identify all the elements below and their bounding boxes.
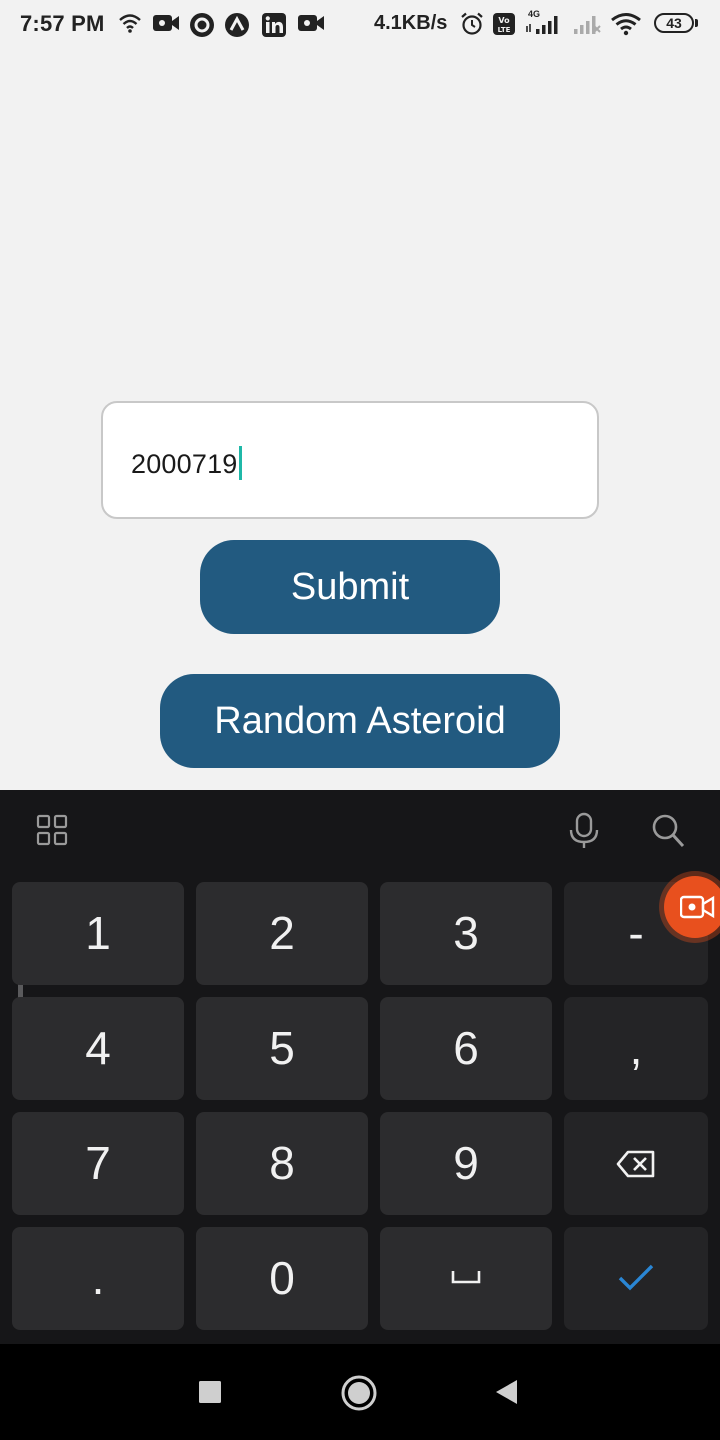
back-triangle-icon[interactable]: [494, 1378, 520, 1406]
key-period[interactable]: .: [12, 1227, 184, 1330]
search-icon[interactable]: [650, 812, 686, 850]
wifi-icon: [119, 14, 141, 33]
key-backspace[interactable]: [564, 1112, 708, 1215]
key-4[interactable]: 4: [12, 997, 184, 1100]
key-8[interactable]: 8: [196, 1112, 368, 1215]
arc-app-icon: [225, 13, 249, 37]
key-1[interactable]: 1: [12, 882, 184, 985]
svg-text:LTE: LTE: [498, 26, 511, 34]
space-icon: [451, 1271, 481, 1284]
battery-level: 43: [666, 15, 682, 31]
checkmark-icon: [618, 1264, 654, 1291]
grid-icon[interactable]: [36, 814, 68, 846]
key-confirm[interactable]: [564, 1227, 708, 1330]
signal-icon: [526, 16, 558, 34]
key-5[interactable]: 5: [196, 997, 368, 1100]
navigation-bar: [0, 1344, 720, 1440]
asteroid-id-input[interactable]: 2000719: [101, 401, 599, 519]
asteroid-id-text: 2000719: [131, 449, 238, 479]
keyboard-toolbar: [0, 790, 720, 870]
key-space[interactable]: [380, 1227, 552, 1330]
recents-square-icon[interactable]: [198, 1380, 222, 1404]
text-caret: [238, 446, 242, 480]
key-2[interactable]: 2: [196, 882, 368, 985]
svg-text:Vo: Vo: [498, 16, 510, 25]
random-asteroid-button[interactable]: Random Asteroid: [160, 674, 560, 768]
key-7[interactable]: 7: [12, 1112, 184, 1215]
microphone-icon[interactable]: [566, 812, 602, 850]
network-speed: 4.1KB/s: [374, 12, 448, 34]
circle-app-icon: [190, 13, 214, 37]
battery-nub: [695, 19, 698, 27]
submit-button[interactable]: Submit: [200, 540, 500, 634]
battery-icon: 43: [654, 13, 694, 33]
video-record-icon: [680, 895, 715, 919]
signal-icon: [574, 16, 601, 34]
volte-icon: Vo LTE: [493, 13, 515, 35]
key-3[interactable]: 3: [380, 882, 552, 985]
backspace-icon: [616, 1150, 655, 1178]
alarm-icon: [461, 12, 483, 35]
home-circle-icon[interactable]: [340, 1374, 378, 1412]
key-0[interactable]: 0: [196, 1227, 368, 1330]
status-bar: 7:57 PM 4.1KB/s Vo LTE 4G 43: [0, 0, 720, 50]
video-camera-icon: [153, 15, 179, 31]
asteroid-id-value: 2000719: [131, 446, 242, 480]
video-camera-icon: [298, 15, 324, 31]
screen-recorder-bubble[interactable]: [664, 876, 720, 938]
status-time: 7:57 PM: [20, 11, 105, 36]
key-comma[interactable]: ,: [564, 997, 708, 1100]
key-6[interactable]: 6: [380, 997, 552, 1100]
key-9[interactable]: 9: [380, 1112, 552, 1215]
linkedin-icon: [262, 13, 286, 37]
wifi-icon: [611, 13, 641, 36]
